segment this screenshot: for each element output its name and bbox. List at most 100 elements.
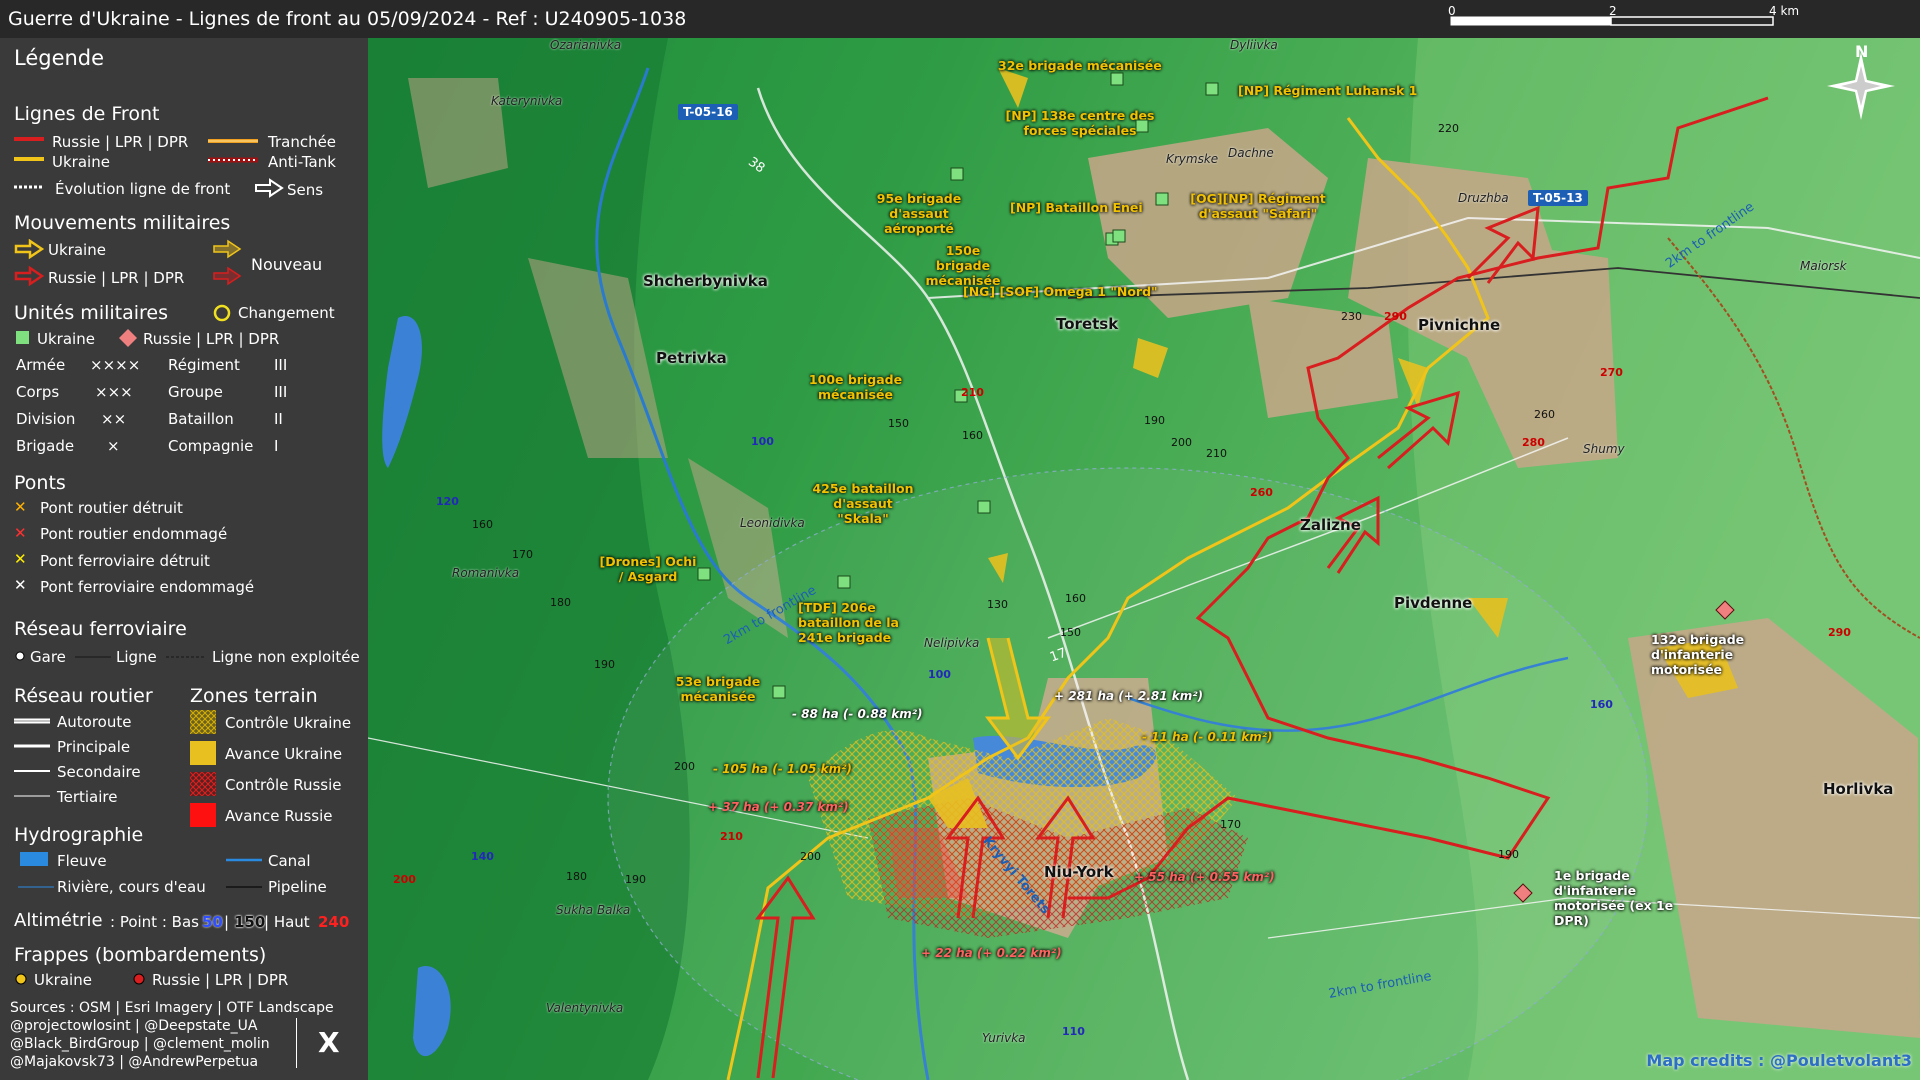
russia-unit-diamond-icon (119, 329, 137, 347)
unit-row-brigade-symbol: × (107, 437, 120, 455)
altimetry-heading: Altimétrie (14, 910, 103, 931)
bridge-road-damaged-label: Pont routier endommagé (40, 525, 228, 543)
alt-31: 140 (471, 850, 494, 863)
alt-7: 210 (1206, 447, 1227, 460)
rail-heading: Réseau ferroviaire (14, 618, 187, 640)
bridges-heading: Ponts (14, 472, 66, 494)
scale-label-4km: 4 km (1769, 4, 1800, 18)
sources-line-4: @Majakovsk73 | @AndrewPerpetua (10, 1054, 259, 1070)
alt-15: 160 (472, 518, 493, 531)
rail-unused-icon (166, 656, 204, 658)
marker-425e (977, 500, 991, 514)
canal-line-icon (226, 858, 262, 862)
road-main-label: Principale (57, 738, 131, 756)
road-tertiary-label: Tertiaire (57, 788, 118, 806)
unit-row-army: Armée (16, 356, 66, 374)
area-change-3: - 11 ha (- 0.11 km²) (1142, 730, 1273, 744)
ukraine-move-arrow-icon (14, 239, 44, 259)
marker-safari (1155, 192, 1169, 206)
rail-line-icon (75, 656, 111, 658)
area-change-6: + 55 ha (+ 0.55 km²) (1134, 870, 1275, 884)
movements-heading: Mouvements militaires (14, 212, 231, 234)
hydro-canal-label: Canal (268, 852, 311, 870)
units-russia-label: Russie | LPR | DPR (143, 330, 280, 348)
legend-title: Légende (14, 46, 105, 70)
unit-132e-russia[interactable]: 132e brigade d'infanterie motorisée (1651, 632, 1801, 677)
altimetry-high-label: | Haut (264, 913, 310, 931)
rail-station-label: Gare (30, 648, 66, 666)
unit-row-group-symbol: III (274, 383, 288, 401)
strikes-heading: Frappes (bombardements) (14, 944, 267, 966)
unit-132e-russia-label: 132e brigade d'infanterie motorisée (1651, 632, 1745, 677)
bridge-road-damaged-icon: ✕ (14, 524, 27, 542)
legend-panel: Légende Lignes de Front Russie | LPR | D… (0, 38, 368, 1080)
area-change-4: - 105 ha (- 1.05 km²) (713, 762, 852, 776)
unit-1e-russia[interactable]: 1e brigade d'infanterie motorisée (ex 1e… (1554, 868, 1699, 928)
zone-ukraine-advance-swatch (190, 741, 216, 765)
marker-enei (1112, 229, 1126, 243)
marker-138e (1135, 119, 1149, 133)
marker-luhansk (1205, 82, 1219, 96)
ukraine-new-arrow-icon (213, 239, 242, 259)
title-bar: Guerre d'Ukraine - Lignes de front au 05… (0, 0, 1920, 38)
unit-row-corps: Corps (16, 383, 60, 401)
alt-25: 200 (674, 760, 695, 773)
russia-new-arrow-icon (213, 266, 242, 286)
alt-34: 290 (1828, 626, 1851, 639)
altimetry-high: 240 (318, 913, 350, 931)
alt-12: 210 (961, 386, 984, 399)
move-ukraine-label: Ukraine (48, 241, 106, 259)
bridge-rail-destroyed-icon: ✕ (14, 550, 27, 568)
alt-28: 180 (566, 870, 587, 883)
road-motorway-label: Autoroute (57, 713, 132, 731)
alt-24: 160 (1590, 698, 1613, 711)
alt-16: 170 (512, 548, 533, 561)
area-change-1: - 88 ha (- 0.88 km²) (792, 707, 923, 721)
antitank-label: Anti-Tank (268, 153, 336, 171)
alt-3: 290 (1384, 310, 1407, 323)
zone-russia-advance-label: Avance Russie (225, 807, 333, 825)
map-canvas[interactable]: N T-05-16 T-05-13 38 17 2km to frontline… (368, 38, 1920, 1080)
zone-russia-control-label: Contrôle Russie (225, 776, 342, 794)
altimetry-low: 50 (202, 913, 223, 931)
front-lines-heading: Lignes de Front (14, 103, 160, 125)
altimetry-text: : Point : Bas (110, 913, 199, 931)
marker-53e (772, 685, 786, 699)
strike-russia-label: Russie | LPR | DPR (152, 971, 289, 989)
sources-line-2: @projectowlosint | @Deepstate_UA (10, 1018, 258, 1034)
sources-divider (296, 1018, 297, 1068)
x-logo[interactable]: X (318, 1026, 340, 1059)
alt-17: 180 (550, 596, 571, 609)
secondary-road-icon (14, 770, 50, 772)
zone-ukraine-advance-label: Avance Ukraine (225, 745, 343, 763)
russia-move-arrow-icon (14, 266, 44, 286)
alt-27: 200 (800, 850, 821, 863)
hydro-heading: Hydrographie (14, 824, 144, 846)
marker-ochi (697, 567, 711, 581)
unit-row-regiment-symbol: III (274, 356, 288, 374)
alt-6: 260 (1534, 408, 1555, 421)
tertiary-road-icon (14, 795, 50, 797)
unit-1e-russia-label: 1e brigade d'infanterie motorisée (ex 1e… (1554, 868, 1674, 928)
scale-label-2: 2 (1609, 4, 1617, 18)
bridge-rail-destroyed-label: Pont ferroviaire détruit (40, 552, 210, 570)
alt-22: 190 (594, 658, 615, 671)
strike-ukraine-dot-icon (15, 973, 27, 985)
trench-label: Tranchée (268, 133, 337, 151)
zones-heading: Zones terrain (190, 685, 318, 707)
main-road-icon (14, 744, 50, 748)
unit-row-brigade: Brigade (16, 437, 75, 455)
marker-95e (950, 167, 964, 181)
scale-label-0: 0 (1448, 4, 1456, 18)
area-change-5: + 37 ha (+ 0.37 km²) (708, 800, 849, 814)
map-credits[interactable]: Map credits : @Pouletvolant3 (1646, 1051, 1912, 1070)
alt-29: 190 (625, 873, 646, 886)
alt-11: 200 (1171, 436, 1192, 449)
evolution-line-icon (14, 185, 44, 189)
hydro-river-label: Fleuve (57, 852, 107, 870)
marker-1e (1513, 883, 1533, 903)
evolution-label: Évolution ligne de front (55, 180, 231, 198)
sources-line-1: Sources : OSM | Esri Imagery | OTF Lands… (10, 1000, 334, 1016)
zone-ukraine-control-swatch (190, 710, 216, 734)
alt-21: 100 (928, 668, 951, 681)
